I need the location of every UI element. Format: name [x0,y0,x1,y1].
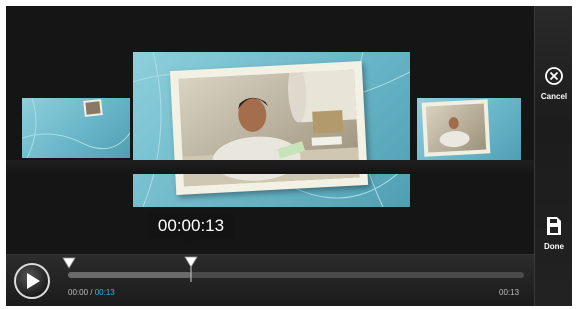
play-icon [27,273,40,289]
tooltip-arrow [182,239,196,246]
total-time: 00:13 [499,288,520,297]
trim-start-marker-icon [62,257,76,269]
current-time: 00:00 [68,288,89,297]
tilted-photo [169,61,369,195]
trim-track[interactable] [68,272,524,278]
close-circle-icon [545,67,563,85]
thumbnail-left[interactable] [22,98,130,158]
thumbnail-right[interactable] [417,98,521,160]
time-tooltip: 00:00:13 [148,213,234,239]
trim-time: 00:13 [94,288,115,297]
main-preview-frame[interactable] [133,52,410,207]
video-editor-screen: 00:00:13 00:00 / 00:13 00:13 Cancel Done [6,6,572,306]
trim-range-fill [68,272,192,278]
done-button[interactable]: Done [535,216,572,251]
cancel-label: Cancel [540,92,568,101]
map-texture [22,98,130,158]
floor-reflection [6,160,534,174]
thumbnail-right-photo [421,99,491,157]
save-disk-icon [547,217,561,235]
trim-end-marker[interactable] [184,256,198,287]
time-readout: 00:00 / 00:13 [68,288,115,297]
done-label: Done [544,242,564,251]
trim-start-marker[interactable] [62,256,76,274]
thumbnail-left-photo [83,99,103,117]
tooltip-time: 00:00:13 [157,216,225,235]
action-side-panel: Cancel Done [534,6,572,306]
playback-controls [6,254,534,306]
play-button[interactable] [14,263,50,299]
trim-end-marker-icon [184,256,198,282]
time-separator: / [88,288,95,297]
cancel-button[interactable]: Cancel [535,66,572,101]
